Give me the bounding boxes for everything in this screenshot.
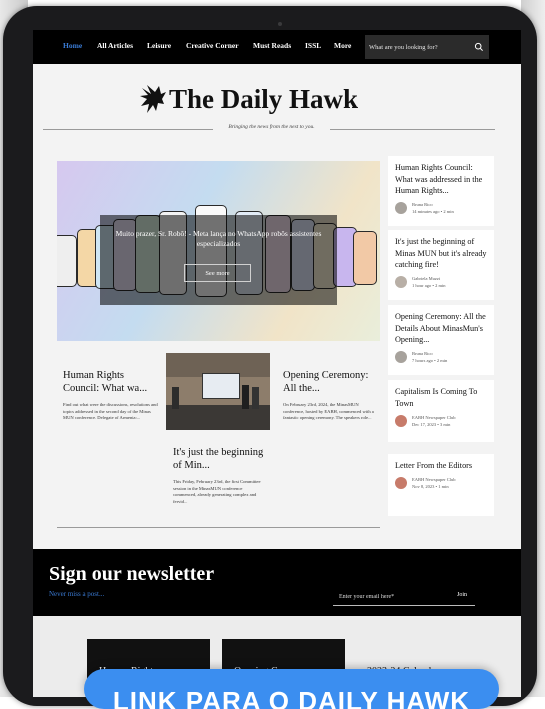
nav-home[interactable]: Home <box>63 41 82 50</box>
article-excerpt: Find out what were the discussions, reso… <box>63 402 158 421</box>
sidebar-post-title[interactable]: Human Rights Council: What was addressed… <box>395 162 491 197</box>
sidebar-post-title[interactable]: Opening Ceremony: All the Details About … <box>395 311 491 346</box>
avatar <box>395 202 407 214</box>
hero-featured-post[interactable]: Muito prazer, Sr. Robô! - Meta lança no … <box>57 161 380 341</box>
site-title[interactable]: The Daily Hawk <box>169 84 358 115</box>
nav-more[interactable]: More <box>334 41 351 50</box>
article-image[interactable] <box>166 353 270 430</box>
sidebar-post-meta: 14 minutes ago • 2 min <box>412 209 454 214</box>
sidebar-post-author: Bruna Rico <box>412 351 433 356</box>
sidebar-post-title[interactable]: Capitalism Is Coming To Town <box>395 386 491 409</box>
person-figure <box>172 387 179 409</box>
top-nav: Home All Articles Leisure Creative Corne… <box>33 30 521 64</box>
hero-title[interactable]: Muito prazer, Sr. Robô! - Meta lança no … <box>100 229 337 249</box>
sidebar-post-title[interactable]: Letter From the Editors <box>395 460 491 472</box>
sidebar-post-meta: Nov 8, 2023 • 1 min <box>412 484 449 489</box>
tagline-divider-left <box>43 129 213 130</box>
nav-issl[interactable]: ISSL <box>305 41 321 50</box>
screen-display <box>202 373 240 399</box>
tablet-screen: Home All Articles Leisure Creative Corne… <box>33 30 521 697</box>
article-title[interactable]: Human Rights Council: What wa... <box>63 369 158 395</box>
search-box[interactable] <box>365 35 489 59</box>
nav-must-reads[interactable]: Must Reads <box>253 41 291 50</box>
tagline-divider-right <box>330 129 495 130</box>
phone-image <box>57 235 77 287</box>
nav-creative-corner[interactable]: Creative Corner <box>186 41 239 50</box>
camera-dot <box>278 22 282 26</box>
avatar <box>395 276 407 288</box>
join-button[interactable]: Join <box>457 592 467 598</box>
content-divider <box>57 527 380 528</box>
link-banner-text[interactable]: LINK PARA O DAILY HAWK <box>104 686 479 709</box>
nav-all-articles[interactable]: All Articles <box>97 41 133 50</box>
avatar <box>395 351 407 363</box>
sidebar-post-meta: 7 hours ago • 2 min <box>412 358 448 363</box>
sidebar-post-card[interactable]: Opening Ceremony: All the Details About … <box>388 305 494 375</box>
link-banner[interactable]: LINK PARA O DAILY HAWK <box>84 669 499 709</box>
see-more-button[interactable]: See more <box>184 264 251 282</box>
newsletter-subtitle: Never miss a post... <box>49 590 105 598</box>
article-excerpt: This Friday, February 23rd, the first Co… <box>173 479 261 504</box>
sidebar-post-author: EABH Newspaper Club <box>412 415 456 420</box>
hero-overlay: Muito prazer, Sr. Robô! - Meta lança no … <box>100 215 337 305</box>
email-input[interactable] <box>339 591 439 603</box>
search-icon[interactable] <box>474 42 484 52</box>
sidebar-post-author: Gabriela Muzzi <box>412 276 441 281</box>
nav-leisure[interactable]: Leisure <box>147 41 171 50</box>
sidebar-post-author: Bruna Rico <box>412 202 433 207</box>
article-title[interactable]: It's just the beginning of Min... <box>173 446 265 472</box>
sidebar-post-card[interactable]: Capitalism Is Coming To Town EABH Newspa… <box>388 380 494 442</box>
person-figure <box>252 387 259 409</box>
sidebar-post-author: EABH Newspaper Club <box>412 477 456 482</box>
sidebar-post-card[interactable]: Human Rights Council: What was addressed… <box>388 156 494 226</box>
search-input[interactable] <box>369 40 469 54</box>
sidebar-post-meta: Dec 17, 2023 • 3 min <box>412 422 451 427</box>
sidebar-post-meta: 1 hour ago • 2 min <box>412 283 446 288</box>
article-title[interactable]: Opening Ceremony: All the... <box>283 369 378 395</box>
article-excerpt: On February 23rd, 2024, the MinasMUN con… <box>283 402 374 421</box>
newsletter-section: Sign our newsletter Never miss a post...… <box>33 549 521 616</box>
avatar <box>395 415 407 427</box>
person-figure <box>242 385 249 409</box>
sidebar-post-card[interactable]: It's just the beginning of Minas MUN but… <box>388 230 494 300</box>
tagline: Bringing the news from the nest to you. <box>228 124 315 130</box>
hawk-icon[interactable] <box>139 82 169 116</box>
phone-image <box>353 231 377 285</box>
sidebar-post-card[interactable]: Letter From the Editors EABH Newspaper C… <box>388 454 494 516</box>
sidebar-post-title[interactable]: It's just the beginning of Minas MUN but… <box>395 236 491 271</box>
email-underline <box>333 605 475 606</box>
newsletter-title: Sign our newsletter <box>49 563 215 585</box>
avatar <box>395 477 407 489</box>
